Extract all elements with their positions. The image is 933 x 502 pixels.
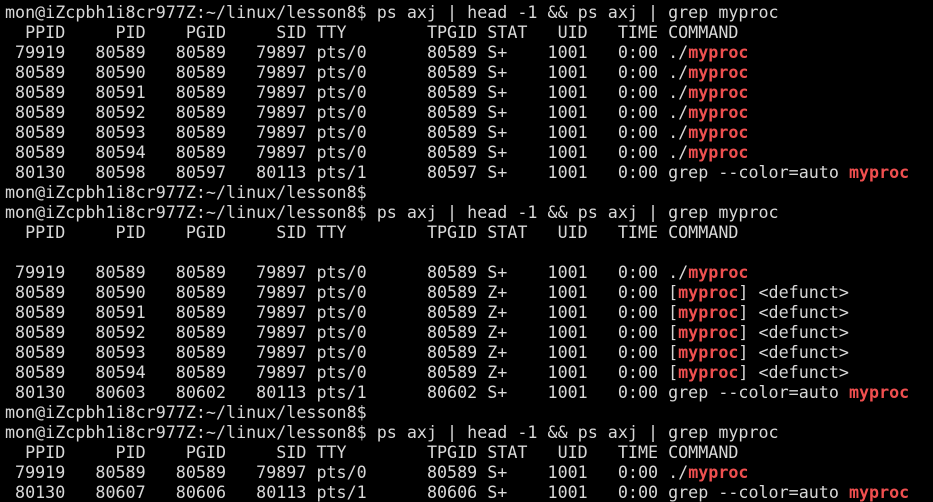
terminal-text: 80589 80590 80589 79897 pts/0 80589 Z+ 1… [5,282,679,302]
terminal-line: PPID PID PGID SID TTY TPGID STAT UID TIM… [5,442,933,462]
terminal-text: 79919 80589 80589 79897 pts/0 80589 S+ 1… [5,462,689,482]
terminal-line: 80589 80590 80589 79897 pts/0 80589 Z+ 1… [5,282,933,302]
terminal-text: 80589 80594 80589 79897 pts/0 80589 S+ 1… [5,142,689,162]
terminal-text: PPID PID PGID SID TTY TPGID STAT UID TIM… [5,442,739,462]
highlighted-match: myproc [848,162,910,182]
terminal-line: mon@iZcpbh1i8cr977Z:~/linux/lesson8$ ps … [5,202,933,222]
highlighted-match: myproc [688,142,749,162]
terminal-text: 80589 80593 80589 79897 pts/0 80589 S+ 1… [5,122,689,142]
terminal-text: ] <defunct> [738,302,849,322]
highlighted-match: myproc [688,262,749,282]
highlighted-match: myproc [678,342,739,362]
terminal-text: 80589 80593 80589 79897 pts/0 80589 Z+ 1… [5,342,679,362]
terminal-text: ] <defunct> [738,342,849,362]
terminal-line: 79919 80589 80589 79897 pts/0 80589 S+ 1… [5,42,933,62]
terminal-line: 80589 80592 80589 79897 pts/0 80589 Z+ 1… [5,322,933,342]
terminal-line: 79919 80589 80589 79897 pts/0 80589 S+ 1… [5,262,933,282]
terminal-text: 80589 80590 80589 79897 pts/0 80589 S+ 1… [5,62,689,82]
terminal-line: mon@iZcpbh1i8cr977Z:~/linux/lesson8$ [5,182,933,202]
terminal-text: mon@iZcpbh1i8cr977Z:~/linux/lesson8$ ps … [5,422,779,442]
terminal-text: 80589 80594 80589 79897 pts/0 80589 Z+ 1… [5,362,679,382]
terminal-text: ] <defunct> [738,282,849,302]
terminal-line: 80589 80591 80589 79897 pts/0 80589 Z+ 1… [5,302,933,322]
terminal-text: 80130 80598 80597 80113 pts/1 80597 S+ 1… [5,162,849,182]
highlighted-match: myproc [688,122,749,142]
terminal-line: 80589 80593 80589 79897 pts/0 80589 Z+ 1… [5,342,933,362]
terminal-text: 79919 80589 80589 79897 pts/0 80589 S+ 1… [5,42,689,62]
terminal-text: ] <defunct> [738,362,849,382]
highlighted-match: myproc [688,462,749,482]
terminal-text: mon@iZcpbh1i8cr977Z:~/linux/lesson8$ [5,402,367,422]
terminal-line: mon@iZcpbh1i8cr977Z:~/linux/lesson8$ ps … [5,2,933,22]
terminal-text: 80589 80592 80589 79897 pts/0 80589 Z+ 1… [5,322,679,342]
terminal-text: 80589 80592 80589 79897 pts/0 80589 S+ 1… [5,102,689,122]
terminal-line: 80130 80603 80602 80113 pts/1 80602 S+ 1… [5,382,933,402]
highlighted-match: myproc [848,482,910,502]
terminal-text: mon@iZcpbh1i8cr977Z:~/linux/lesson8$ ps … [5,202,779,222]
terminal-line: 80589 80594 80589 79897 pts/0 80589 Z+ 1… [5,362,933,382]
terminal-line: mon@iZcpbh1i8cr977Z:~/linux/lesson8$ ps … [5,422,933,442]
terminal-window[interactable]: mon@iZcpbh1i8cr977Z:~/linux/lesson8$ ps … [0,0,933,502]
terminal-text: PPID PID PGID SID TTY TPGID STAT UID TIM… [5,222,739,242]
terminal-text: ] <defunct> [738,322,849,342]
terminal-line: 80589 80590 80589 79897 pts/0 80589 S+ 1… [5,62,933,82]
terminal-line: 80130 80607 80606 80113 pts/1 80606 S+ 1… [5,482,933,502]
highlighted-match: myproc [848,382,910,402]
terminal-line: PPID PID PGID SID TTY TPGID STAT UID TIM… [5,222,933,242]
highlighted-match: myproc [688,42,749,62]
terminal-line: 80589 80592 80589 79897 pts/0 80589 S+ 1… [5,102,933,122]
highlighted-match: myproc [688,82,749,102]
highlighted-match: myproc [688,62,749,82]
terminal-text: PPID PID PGID SID TTY TPGID STAT UID TIM… [5,22,739,42]
terminal-line: PPID PID PGID SID TTY TPGID STAT UID TIM… [5,22,933,42]
terminal-text: mon@iZcpbh1i8cr977Z:~/linux/lesson8$ ps … [5,2,779,22]
terminal-line: 80589 80591 80589 79897 pts/0 80589 S+ 1… [5,82,933,102]
terminal-line: 80589 80594 80589 79897 pts/0 80589 S+ 1… [5,142,933,162]
terminal-text: 80130 80607 80606 80113 pts/1 80606 S+ 1… [5,482,849,502]
terminal-text: mon@iZcpbh1i8cr977Z:~/linux/lesson8$ [5,182,367,202]
terminal-line: 80130 80598 80597 80113 pts/1 80597 S+ 1… [5,162,933,182]
terminal-text: 80130 80603 80602 80113 pts/1 80602 S+ 1… [5,382,849,402]
highlighted-match: myproc [678,362,739,382]
terminal-text: 80589 80591 80589 79897 pts/0 80589 Z+ 1… [5,302,679,322]
highlighted-match: myproc [678,302,739,322]
terminal-line: 79919 80589 80589 79897 pts/0 80589 S+ 1… [5,462,933,482]
highlighted-match: myproc [678,282,739,302]
terminal-line: mon@iZcpbh1i8cr977Z:~/linux/lesson8$ [5,402,933,422]
highlighted-match: myproc [678,322,739,342]
terminal-line: 80589 80593 80589 79897 pts/0 80589 S+ 1… [5,122,933,142]
terminal-text: 79919 80589 80589 79897 pts/0 80589 S+ 1… [5,262,689,282]
highlighted-match: myproc [688,102,749,122]
terminal-text: 80589 80591 80589 79897 pts/0 80589 S+ 1… [5,82,689,102]
